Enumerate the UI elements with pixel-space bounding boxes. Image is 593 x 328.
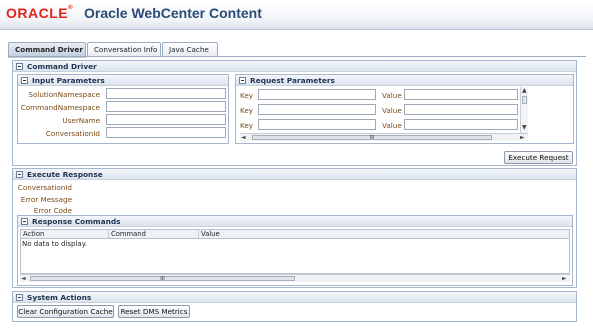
reset-dms-metrics-button[interactable]: Reset DMS Metrics	[118, 305, 190, 318]
scroll-left-icon[interactable]: ◄	[241, 134, 246, 142]
system-actions-title: System Actions	[27, 293, 92, 302]
column-header-value[interactable]: Value	[199, 230, 569, 239]
system-actions-panel: System Actions Clear Configuration Cache…	[12, 291, 577, 322]
clear-configuration-cache-button[interactable]: Clear Configuration Cache	[17, 305, 114, 318]
oracle-logo: ORACLE®	[6, 5, 74, 21]
solution-namespace-input[interactable]	[106, 88, 226, 99]
input-parameters-panel: Input Parameters SolutionNamespace Comma…	[17, 74, 229, 144]
key-label: Key	[240, 106, 254, 115]
horizontal-scrollbar[interactable]: ◄ III ►	[20, 274, 570, 282]
table-header: Action Command Value	[21, 230, 569, 239]
value-label: Value	[382, 121, 402, 130]
collapse-icon[interactable]	[21, 217, 28, 225]
scroll-right-icon[interactable]: ►	[520, 134, 525, 142]
scroll-grip: III	[369, 135, 375, 141]
scroll-thumb[interactable]: III	[30, 276, 295, 282]
execute-request-button[interactable]: Execute Request	[504, 151, 573, 164]
scroll-right-icon[interactable]: ►	[562, 275, 567, 283]
value-input[interactable]	[404, 119, 518, 130]
collapse-icon[interactable]	[16, 170, 23, 178]
app-title: Oracle WebCenter Content	[84, 5, 262, 21]
collapse-icon[interactable]	[239, 76, 246, 84]
tab-bar: Command Driver Conversation Info Java Ca…	[8, 42, 586, 58]
collapse-icon[interactable]	[16, 293, 23, 301]
key-label: Key	[240, 121, 254, 130]
execute-response-title: Execute Response	[27, 170, 103, 179]
column-header-action[interactable]: Action	[21, 230, 109, 239]
input-parameters-title: Input Parameters	[32, 76, 105, 85]
scroll-down-icon[interactable]: ▼	[522, 124, 527, 132]
tab-divider	[8, 56, 586, 57]
response-commands-panel: Response Commands Action Command Value N…	[17, 215, 573, 286]
request-parameters-panel: Request Parameters Key Value Key Value K…	[235, 74, 574, 144]
input-parameters-header: Input Parameters	[18, 75, 228, 86]
command-driver-title: Command Driver	[27, 62, 97, 71]
username-input[interactable]	[106, 114, 226, 125]
request-parameters-title: Request Parameters	[250, 76, 335, 85]
request-parameters-header: Request Parameters	[236, 75, 573, 86]
scroll-left-icon[interactable]: ◄	[21, 275, 26, 283]
tab-conversation-info[interactable]: Conversation Info	[87, 42, 161, 57]
column-header-command[interactable]: Command	[109, 230, 199, 239]
horizontal-scrollbar[interactable]: ◄ III ►	[240, 133, 528, 141]
tab-java-cache[interactable]: Java Cache	[162, 42, 218, 57]
key-input[interactable]	[258, 89, 376, 100]
response-commands-table: Action Command Value No data to display.	[20, 229, 570, 274]
command-namespace-input[interactable]	[106, 101, 226, 112]
error-message-label: Error Message	[20, 195, 72, 204]
key-label: Key	[240, 91, 254, 100]
response-commands-title: Response Commands	[32, 217, 121, 226]
command-namespace-label: CommandNamespace	[20, 103, 100, 112]
command-driver-panel: Command Driver Input Parameters Solution…	[12, 60, 577, 166]
system-actions-header: System Actions	[13, 292, 576, 303]
response-commands-header: Response Commands	[18, 216, 572, 227]
empty-table-message: No data to display.	[22, 240, 88, 248]
error-code-label: Error Code	[33, 206, 72, 215]
value-input[interactable]	[404, 104, 518, 115]
scroll-thumb[interactable]	[522, 96, 527, 104]
response-conversation-id-label: ConversationId	[17, 183, 72, 192]
key-input[interactable]	[258, 119, 376, 130]
solution-namespace-label: SolutionNamespace	[28, 90, 100, 99]
value-label: Value	[382, 106, 402, 115]
collapse-icon[interactable]	[21, 76, 28, 84]
execute-response-header: Execute Response	[13, 169, 576, 180]
conversation-id-label: ConversationId	[45, 129, 100, 138]
scroll-up-icon[interactable]: ▲	[522, 87, 527, 95]
username-label: UserName	[62, 116, 100, 125]
value-input[interactable]	[404, 89, 518, 100]
vertical-scrollbar[interactable]: ▲ ▼	[520, 87, 528, 133]
registered-mark: ®	[68, 5, 74, 11]
scroll-thumb[interactable]: III	[252, 135, 492, 141]
collapse-icon[interactable]	[16, 62, 23, 70]
key-input[interactable]	[258, 104, 376, 115]
command-driver-header: Command Driver	[13, 61, 576, 72]
conversation-id-input[interactable]	[106, 127, 226, 138]
execute-response-panel: Execute Response ConversationId Error Me…	[12, 168, 577, 288]
value-label: Value	[382, 91, 402, 100]
scroll-grip: III	[160, 276, 165, 282]
